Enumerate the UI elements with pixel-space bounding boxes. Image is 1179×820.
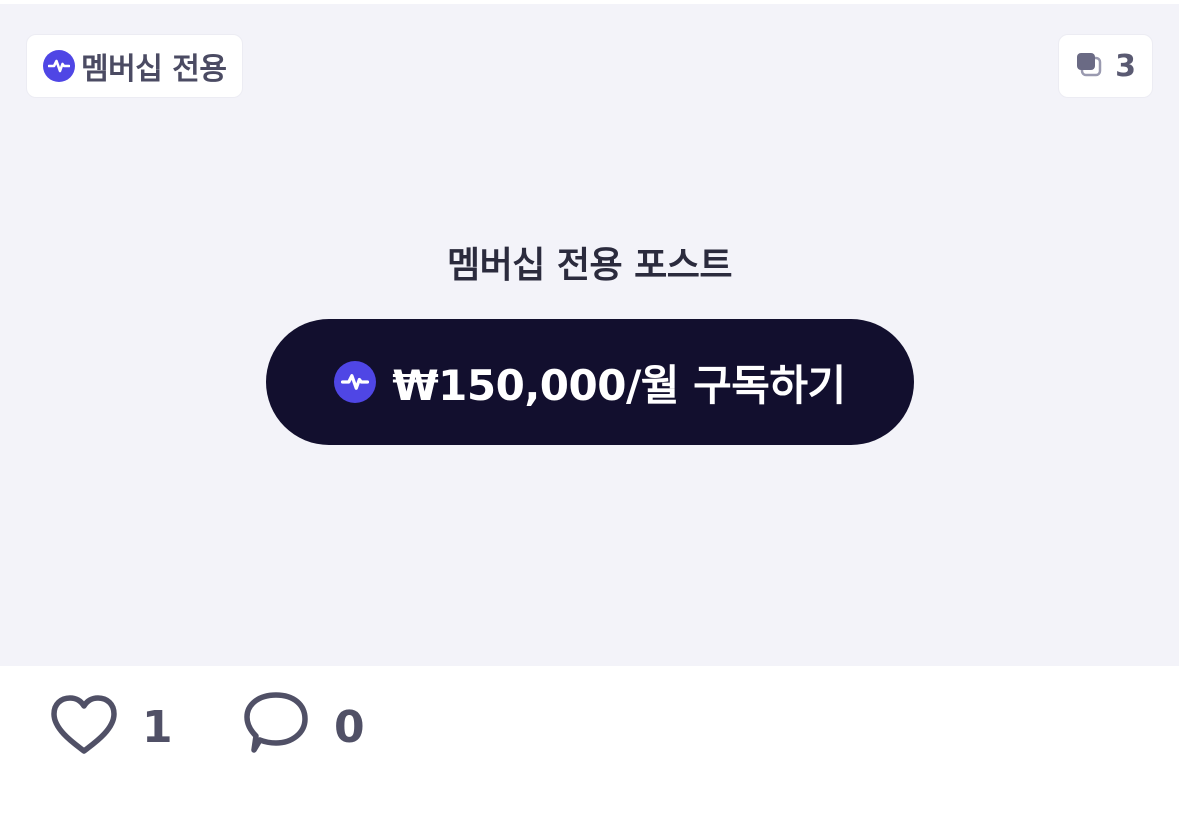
- stacked-images-icon: [1075, 51, 1103, 81]
- heart-icon: [48, 693, 120, 761]
- image-count-indicator: 3: [1058, 34, 1153, 98]
- membership-only-label: 멤버십 전용: [81, 52, 227, 87]
- locked-content-area: 멤버십 전용 3 멤버십 전용 포스트 ₩150,000/월 구독하기: [0, 4, 1179, 666]
- comment-count: 0: [334, 701, 365, 753]
- membership-only-badge: 멤버십 전용: [26, 34, 244, 98]
- subscribe-button[interactable]: ₩150,000/월 구독하기: [266, 319, 914, 445]
- comment-bubble-icon: [240, 690, 312, 764]
- post-card: 멤버십 전용 3 멤버십 전용 포스트 ₩150,000/월 구독하기 1 0: [0, 0, 1179, 820]
- comment-button[interactable]: 0: [240, 692, 365, 762]
- post-actions-bar: 1 0: [0, 666, 1179, 820]
- like-button[interactable]: 1: [48, 692, 173, 762]
- subscribe-button-label: ₩150,000/월 구독하기: [392, 360, 846, 410]
- image-count-value: 3: [1115, 48, 1136, 84]
- like-count: 1: [142, 701, 173, 753]
- activity-pulse-icon: [43, 50, 75, 82]
- locked-post-title: 멤버십 전용 포스트: [446, 245, 733, 286]
- activity-pulse-icon: [334, 361, 377, 403]
